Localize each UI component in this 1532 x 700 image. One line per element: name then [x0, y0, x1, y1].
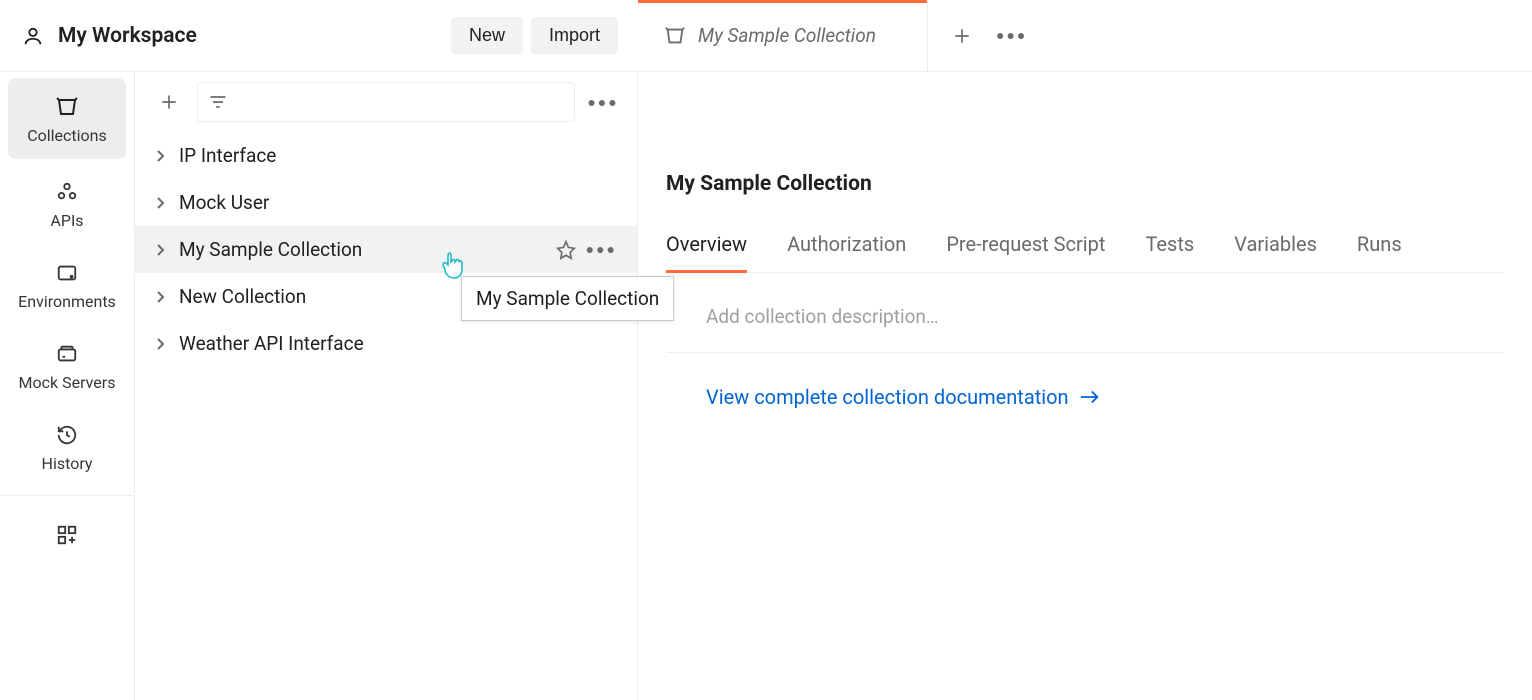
chevron-right-icon[interactable] — [155, 290, 169, 304]
documentation-link[interactable]: View complete collection documentation — [666, 353, 1504, 409]
chevron-right-icon[interactable] — [155, 196, 169, 210]
nav-rail: Collections APIs Environments Mock Serve… — [0, 72, 135, 700]
workspace-title[interactable]: My Workspace — [20, 23, 197, 49]
tab-actions: ●●● — [928, 0, 1051, 71]
nav-environments[interactable]: Environments — [0, 244, 134, 325]
collection-title[interactable]: My Sample Collection — [666, 172, 1504, 196]
nav-label: Mock Servers — [19, 373, 116, 392]
chevron-right-icon[interactable] — [155, 149, 169, 163]
tab-bar: My Sample Collection ●●● — [638, 0, 1532, 72]
collection-name: Mock User — [179, 191, 269, 214]
panel-more-button[interactable]: ●●● — [585, 84, 621, 120]
nav-label: Collections — [27, 126, 107, 145]
collection-item[interactable]: IP Interface — [135, 132, 637, 179]
tab-label: My Sample Collection — [698, 24, 876, 47]
more-icon: ●●● — [587, 94, 618, 111]
description-placeholder: Add collection description… — [706, 305, 939, 328]
collection-name: IP Interface — [179, 144, 276, 167]
user-icon — [20, 23, 46, 49]
sub-tab-variables[interactable]: Variables — [1234, 226, 1317, 272]
nav-mock-servers[interactable]: Mock Servers — [0, 325, 134, 406]
description-box[interactable]: Add collection description… — [666, 273, 1504, 353]
tab[interactable]: My Sample Collection — [638, 0, 928, 71]
nav-collections[interactable]: Collections — [8, 78, 126, 159]
sub-tab-runs[interactable]: Runs — [1357, 226, 1402, 272]
collection-name: My Sample Collection — [179, 238, 362, 261]
tooltip: My Sample Collection — [461, 276, 674, 321]
collection-tab-icon — [664, 25, 686, 47]
item-more-icon[interactable]: ●●● — [586, 241, 617, 258]
chevron-right-icon[interactable] — [155, 243, 169, 257]
collection-list: IP Interface Mock User My Sample Collect… — [135, 132, 637, 700]
chevron-right-icon[interactable] — [155, 337, 169, 351]
environments-icon — [54, 260, 80, 286]
nav-add-panel[interactable] — [0, 506, 134, 562]
workspace-header: My Workspace New Import — [0, 0, 638, 72]
apis-icon — [54, 179, 80, 205]
content-area: My Sample Collection ●●● My Sample Colle… — [638, 72, 1532, 700]
collection-item[interactable]: Mock User — [135, 179, 637, 226]
collections-icon — [54, 94, 80, 120]
nav-label: History — [42, 454, 93, 473]
arrow-right-icon — [1079, 389, 1101, 405]
collection-item[interactable]: Weather API Interface — [135, 320, 637, 367]
sub-tab-overview[interactable]: Overview — [666, 226, 747, 272]
sub-tab-tests[interactable]: Tests — [1145, 226, 1194, 272]
nav-label: APIs — [50, 211, 83, 230]
collection-name: New Collection — [179, 285, 306, 308]
import-button[interactable]: Import — [531, 17, 618, 54]
add-collection-button[interactable] — [151, 84, 187, 120]
sub-tab-pre-request[interactable]: Pre-request Script — [946, 226, 1105, 272]
doc-link-text: View complete collection documentation — [706, 385, 1069, 409]
collections-panel: ●●● IP Interface Mock User My Sample Col… — [135, 72, 638, 700]
panel-toolbar: ●●● — [135, 72, 637, 132]
nav-history[interactable]: History — [0, 406, 134, 487]
nav-label: Environments — [18, 292, 116, 311]
workspace-name: My Workspace — [58, 24, 197, 48]
sub-tab-authorization[interactable]: Authorization — [787, 226, 906, 272]
star-icon[interactable] — [556, 240, 576, 260]
filter-input[interactable] — [197, 82, 575, 122]
new-button[interactable]: New — [451, 17, 523, 54]
nav-apis[interactable]: APIs — [0, 163, 134, 244]
collection-item-selected[interactable]: My Sample Collection ●●● — [135, 226, 637, 273]
sub-tabs: Overview Authorization Pre-request Scrip… — [666, 220, 1504, 273]
filter-icon — [208, 92, 228, 112]
new-tab-button[interactable] — [952, 26, 972, 46]
collection-name: Weather API Interface — [179, 332, 364, 355]
history-icon — [54, 422, 80, 448]
mock-servers-icon — [54, 341, 80, 367]
tab-more-button[interactable]: ●●● — [996, 27, 1027, 44]
add-panel-icon — [54, 522, 80, 548]
tooltip-text: My Sample Collection — [476, 287, 659, 310]
